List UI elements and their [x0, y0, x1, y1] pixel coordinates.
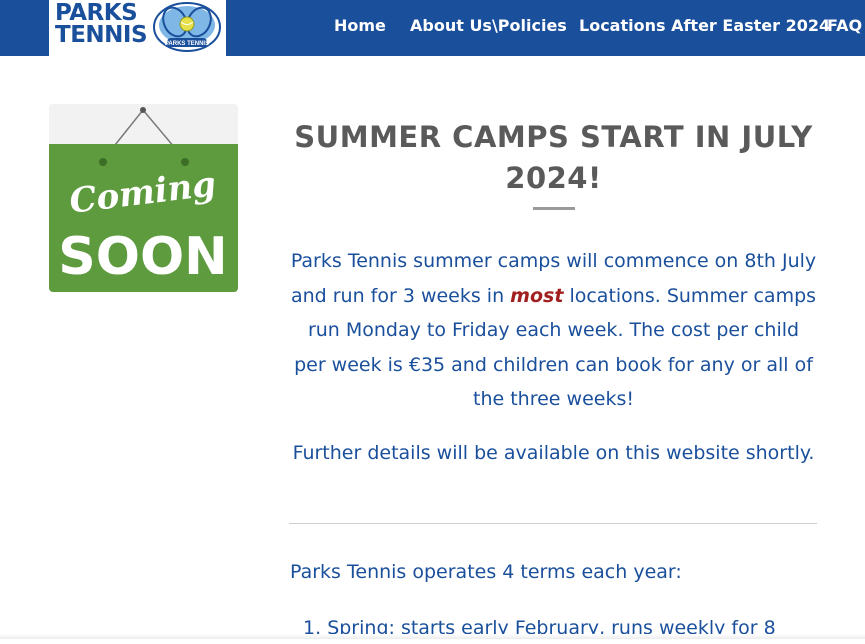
- term-list-item: 1. Spring: starts early February, runs w…: [303, 612, 823, 644]
- nav-home[interactable]: Home: [334, 16, 386, 35]
- nav-faq[interactable]: FAQ: [827, 16, 862, 35]
- terms-intro: Parks Tennis operates 4 terms each year:: [290, 561, 682, 583]
- camp-info-paragraph: Parks Tennis summer camps will commence …: [290, 244, 817, 417]
- title-underline: [533, 207, 575, 210]
- nav-about-us-policies[interactable]: About Us\Policies: [410, 16, 567, 35]
- main-navigation: Home About Us\Policies Locations After E…: [0, 0, 865, 56]
- camp-info-emphasis: most: [510, 284, 564, 307]
- nav-locations-after-easter-2024[interactable]: Locations After Easter 2024: [579, 16, 830, 35]
- coming-soon-sign-image: Coming SOON: [49, 104, 238, 292]
- sign-line-soon: SOON: [58, 227, 227, 287]
- page-bottom-edge: [0, 634, 865, 639]
- section-divider: [289, 523, 817, 524]
- further-details-paragraph: Further details will be available on thi…: [292, 442, 815, 464]
- top-navbar: PARKS TENNIS PARKS TENNIS Home About Us\…: [0, 0, 865, 56]
- page-title: SUMMER CAMPS START IN JULY 2024!: [294, 120, 813, 196]
- coming-soon-sign: Coming SOON: [49, 104, 238, 292]
